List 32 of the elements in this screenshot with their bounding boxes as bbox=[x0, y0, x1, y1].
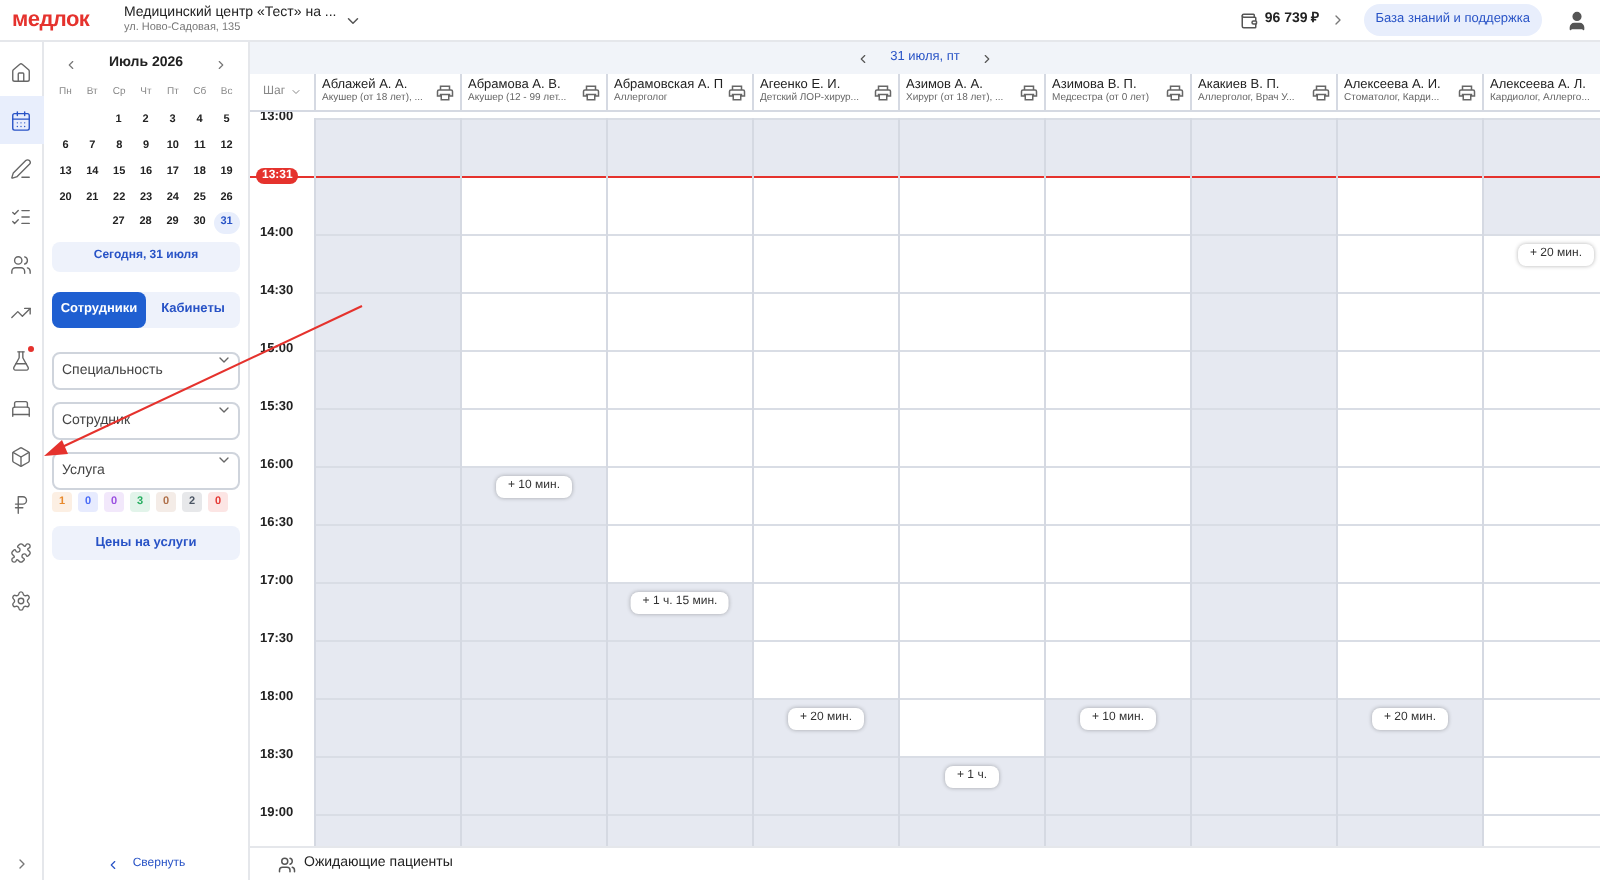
printer-icon[interactable] bbox=[1020, 83, 1038, 101]
bed-icon bbox=[10, 397, 32, 419]
users-icon bbox=[10, 253, 32, 275]
unavailable-slot[interactable] bbox=[1192, 176, 1336, 234]
ruble-icon bbox=[10, 493, 32, 515]
next-day-icon[interactable] bbox=[979, 51, 994, 65]
printer-icon[interactable] bbox=[1312, 83, 1330, 101]
pen-icon bbox=[10, 157, 32, 179]
previous-day-icon[interactable] bbox=[856, 51, 871, 65]
next-month-icon[interactable] bbox=[213, 57, 228, 72]
calendar-icon bbox=[10, 109, 32, 131]
nav-button[interactable] bbox=[0, 96, 43, 144]
printer-icon[interactable] bbox=[728, 83, 746, 101]
box-icon bbox=[10, 445, 32, 467]
printer-icon[interactable] bbox=[1166, 83, 1184, 101]
unavailable-slot[interactable] bbox=[316, 176, 460, 234]
checklist-icon bbox=[10, 205, 32, 227]
logo[interactable]: медлок bbox=[12, 3, 124, 37]
flask-icon bbox=[10, 349, 32, 371]
user-icon[interactable] bbox=[1566, 9, 1588, 31]
settings-icon bbox=[10, 589, 32, 611]
puzzle-icon bbox=[10, 541, 32, 563]
printer-icon[interactable] bbox=[582, 83, 600, 101]
home-icon bbox=[10, 61, 32, 83]
printer-icon[interactable] bbox=[436, 83, 454, 101]
chevron-left-icon bbox=[106, 858, 121, 872]
printer-icon[interactable] bbox=[1458, 83, 1476, 101]
previous-month-icon[interactable] bbox=[64, 57, 78, 72]
users-icon bbox=[278, 855, 296, 873]
unavailable-slot[interactable] bbox=[1484, 176, 1600, 234]
printer-icon[interactable] bbox=[874, 83, 892, 101]
wallet-icon bbox=[1240, 11, 1259, 29]
